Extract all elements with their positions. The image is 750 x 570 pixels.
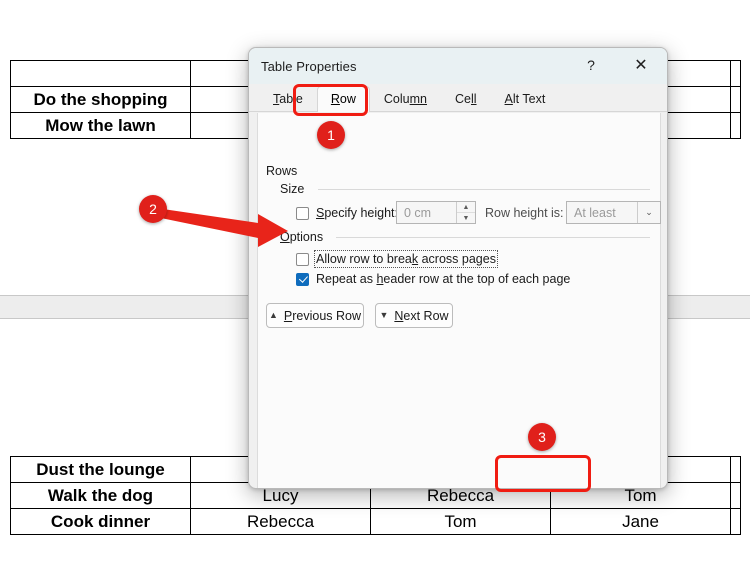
- specify-height-row: Specify height:: [296, 206, 398, 220]
- rows-group-label: Rows: [266, 164, 298, 178]
- tab-row-accel: R: [330, 92, 340, 106]
- close-icon[interactable]: ✕: [621, 48, 661, 82]
- table-cell: Walk the dog: [10, 482, 191, 509]
- size-group-label: Size: [280, 182, 305, 196]
- row-height-input[interactable]: 0 cm ▲ ▼: [396, 201, 476, 224]
- specify-height-label: Specify height:: [316, 206, 398, 220]
- tab-cell[interactable]: Cell: [441, 86, 491, 112]
- repeat-header-row: Repeat as header row at the top of each …: [296, 272, 570, 286]
- dialog-tabstrip: Table Row Column Cell Alt Text: [249, 84, 667, 112]
- options-accel: O: [280, 230, 290, 244]
- allow-break-pre: Allow row to brea: [316, 252, 412, 266]
- triangle-up-icon: ▲: [268, 310, 278, 320]
- table-cell: [730, 60, 741, 87]
- dialog-titlebar: Table Properties ? ✕: [249, 48, 667, 84]
- row-height-value: 0 cm: [404, 205, 432, 220]
- tab-row[interactable]: Row: [316, 86, 370, 112]
- repeat-header-checkbox[interactable]: [296, 272, 309, 286]
- tab-alt-text-label: lt Text: [512, 92, 546, 106]
- table-cell: Do the shopping: [10, 86, 191, 113]
- chevron-down-icon[interactable]: ⌄: [637, 202, 660, 223]
- dialog-title: Table Properties: [261, 58, 357, 74]
- tab-table[interactable]: Table: [259, 86, 317, 112]
- table-cell: [730, 508, 741, 535]
- next-row-text: ext Row: [403, 308, 449, 323]
- previous-row-button[interactable]: ▲ Previous Row: [266, 303, 364, 328]
- table-cell: [730, 86, 741, 113]
- annotation-badge-1: 1: [317, 121, 345, 149]
- previous-row-text: revious Row: [292, 308, 362, 323]
- tab-table-label: able: [279, 92, 303, 106]
- allow-break-label: Allow row to break across pages: [314, 250, 498, 268]
- table-row: Cook dinner Rebecca Tom Jane: [10, 508, 741, 535]
- tab-cell-pre: Ce: [455, 92, 471, 106]
- allow-break-row: Allow row to break across pages: [296, 250, 498, 268]
- table-cell: Tom: [370, 508, 551, 535]
- annotation-badge-3: 3: [528, 423, 556, 451]
- previous-row-accel: P: [283, 308, 293, 323]
- row-height-spinner[interactable]: ▲ ▼: [456, 202, 475, 223]
- previous-row-label: Previous Row: [284, 309, 361, 323]
- annotation-badge-2: 2: [139, 195, 167, 223]
- repeat-header-pre: Repeat as: [316, 272, 377, 286]
- specify-height-checkbox[interactable]: [296, 206, 309, 220]
- size-group-divider: [318, 189, 650, 190]
- row-height-is-value: At least: [574, 205, 616, 220]
- tab-cell-accel: ll: [470, 92, 477, 106]
- tab-column-pre: Colu: [383, 92, 410, 106]
- table-cell: Mow the lawn: [10, 112, 191, 139]
- table-properties-dialog: Table Properties ? ✕ Table Row Column Ce…: [248, 47, 668, 489]
- tab-column[interactable]: Column: [370, 86, 441, 112]
- table-cell: Jane: [550, 508, 731, 535]
- row-height-is-label: Row height is:: [485, 206, 564, 220]
- specify-height-text: pecify height:: [324, 206, 399, 220]
- tab-column-accel: mn: [409, 92, 427, 106]
- table-cell: [730, 482, 741, 509]
- table-cell: [730, 112, 741, 139]
- row-height-is-select[interactable]: At least ⌄: [566, 201, 661, 224]
- next-row-label: Next Row: [394, 309, 448, 323]
- options-text: ptions: [289, 230, 324, 244]
- spinner-up-icon[interactable]: ▲: [457, 202, 475, 213]
- tab-row-label: ow: [339, 92, 356, 106]
- tab-alt-text-accel: A: [504, 92, 513, 106]
- table-cell: [730, 456, 741, 483]
- repeat-header-label: Repeat as header row at the top of each …: [316, 272, 570, 286]
- spinner-down-icon[interactable]: ▼: [457, 213, 475, 223]
- help-icon[interactable]: ?: [571, 48, 611, 82]
- next-row-button[interactable]: ▼ Next Row: [375, 303, 453, 328]
- allow-break-post: across pages: [418, 252, 496, 266]
- options-group-label: Options: [280, 230, 323, 244]
- table-cell: Cook dinner: [10, 508, 191, 535]
- tab-alt-text[interactable]: Alt Text: [491, 86, 560, 112]
- table-cell: Rebecca: [190, 508, 371, 535]
- triangle-down-icon: ▼: [379, 310, 389, 320]
- dialog-content-panel: Rows Size Specify height: 0 cm ▲ ▼ Row h…: [257, 113, 661, 488]
- allow-break-checkbox[interactable]: [296, 252, 309, 266]
- table-cell: [10, 60, 191, 87]
- repeat-header-post: eader row at the top of each page: [383, 272, 571, 286]
- options-group-divider: [336, 237, 650, 238]
- table-cell: Dust the lounge: [10, 456, 191, 483]
